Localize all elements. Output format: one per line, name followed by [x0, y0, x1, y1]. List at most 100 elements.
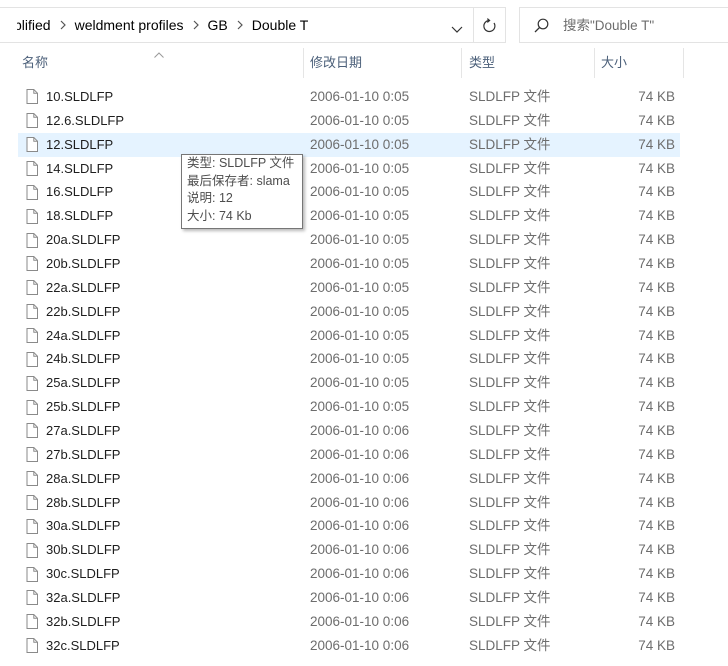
- file-name: 20a.SLDLFP: [46, 232, 121, 248]
- file-row[interactable]: 30b.SLDLFP 2006-01-10 0:06 SLDLFP 文件 74 KB: [18, 538, 680, 562]
- file-row[interactable]: 24a.SLDLFP 2006-01-10 0:05 SLDLFP 文件 74 KB: [18, 324, 680, 348]
- file-name: 30c.SLDLFP: [46, 566, 120, 582]
- file-modified: 2006-01-10 0:06: [310, 542, 410, 558]
- file-type: SLDLFP 文件: [469, 327, 551, 343]
- file-icon: [26, 204, 38, 228]
- file-row[interactable]: 32c.SLDLFP 2006-01-10 0:06 SLDLFP 文件 74 KB: [18, 634, 680, 658]
- file-name: 14.SLDLFP: [46, 160, 114, 176]
- file-row[interactable]: 20a.SLDLFP 2006-01-10 0:05 SLDLFP 文件 74 KB: [18, 228, 680, 252]
- file-size: 74 KB: [638, 542, 675, 558]
- file-row[interactable]: 25a.SLDLFP 2006-01-10 0:05 SLDLFP 文件 74 KB: [18, 371, 680, 395]
- search-icon: [534, 18, 549, 33]
- column-header-name[interactable]: 名称: [15, 48, 303, 78]
- column-header-type[interactable]: 类型: [462, 48, 594, 78]
- file-row[interactable]: 22b.SLDLFP 2006-01-10 0:05 SLDLFP 文件 74 KB: [18, 300, 680, 324]
- file-name: 12.SLDLFP: [46, 136, 114, 152]
- file-modified: 2006-01-10 0:05: [310, 327, 410, 343]
- file-icon: [26, 610, 38, 634]
- file-icon: [26, 252, 38, 276]
- file-type: SLDLFP 文件: [469, 136, 551, 152]
- file-row[interactable]: 12.SLDLFP 2006-01-10 0:05 SLDLFP 文件 74 KB: [18, 132, 680, 157]
- column-resize-handle[interactable]: [594, 48, 595, 78]
- file-size: 74 KB: [638, 470, 675, 486]
- file-type: SLDLFP 文件: [469, 303, 551, 319]
- file-name: 18.SLDLFP: [46, 208, 114, 224]
- file-row[interactable]: 27a.SLDLFP 2006-01-10 0:06 SLDLFP 文件 74 KB: [18, 419, 680, 443]
- chevron-right-icon[interactable]: [237, 8, 243, 42]
- file-row[interactable]: 28b.SLDLFP 2006-01-10 0:06 SLDLFP 文件 74 KB: [18, 491, 680, 515]
- file-row[interactable]: 25b.SLDLFP 2006-01-10 0:05 SLDLFP 文件 74 KB: [18, 395, 680, 419]
- file-size: 74 KB: [638, 160, 675, 176]
- column-resize-handle[interactable]: [683, 48, 684, 78]
- refresh-icon[interactable]: [482, 18, 497, 33]
- file-type: SLDLFP 文件: [469, 399, 551, 415]
- breadcrumb-item-current[interactable]: Double T: [252, 8, 309, 42]
- file-icon: [26, 586, 38, 610]
- file-size: 74 KB: [638, 637, 675, 653]
- file-type: SLDLFP 文件: [469, 470, 551, 486]
- breadcrumb-item[interactable]: weldment profiles: [75, 8, 184, 42]
- chevron-right-icon[interactable]: [60, 8, 66, 42]
- file-icon: [26, 491, 38, 515]
- file-row[interactable]: 24b.SLDLFP 2006-01-10 0:05 SLDLFP 文件 74 KB: [18, 347, 680, 371]
- file-row[interactable]: 28a.SLDLFP 2006-01-10 0:06 SLDLFP 文件 74 KB: [18, 467, 680, 491]
- column-header-size[interactable]: 大小: [595, 48, 683, 78]
- file-modified: 2006-01-10 0:05: [310, 279, 410, 295]
- breadcrumb-item[interactable]: GB: [208, 8, 228, 42]
- file-name: 10.SLDLFP: [46, 89, 114, 104]
- file-row[interactable]: 32b.SLDLFP 2006-01-10 0:06 SLDLFP 文件 74 KB: [18, 610, 680, 634]
- file-icon: [26, 347, 38, 371]
- tooltip-type: 类型: SLDLFP 文件: [187, 156, 295, 170]
- file-icon: [26, 419, 38, 443]
- file-row[interactable]: 12.6.SLDLFP 2006-01-10 0:05 SLDLFP 文件 74 KB: [18, 109, 680, 133]
- file-row[interactable]: 27b.SLDLFP 2006-01-10 0:06 SLDLFP 文件 74 KB: [18, 443, 680, 467]
- file-type: SLDLFP 文件: [469, 112, 551, 128]
- chevron-down-icon[interactable]: [451, 21, 463, 33]
- file-icon: [26, 634, 38, 658]
- file-size: 74 KB: [638, 590, 675, 606]
- file-icon: [26, 395, 38, 419]
- file-modified: 2006-01-10 0:05: [310, 112, 410, 128]
- file-row[interactable]: 32a.SLDLFP 2006-01-10 0:06 SLDLFP 文件 74 KB: [18, 586, 680, 610]
- file-size: 74 KB: [638, 494, 675, 510]
- file-row[interactable]: 14.SLDLFP 2006-01-10 0:05 SLDLFP 文件 74 KB: [18, 157, 680, 181]
- file-size: 74 KB: [638, 327, 675, 343]
- chevron-right-icon[interactable]: [193, 8, 199, 42]
- column-resize-handle[interactable]: [303, 48, 304, 78]
- file-row[interactable]: 20b.SLDLFP 2006-01-10 0:05 SLDLFP 文件 74 KB: [18, 252, 680, 276]
- file-type: SLDLFP 文件: [469, 232, 551, 248]
- file-size: 74 KB: [638, 566, 675, 582]
- file-name: 32c.SLDLFP: [46, 637, 120, 653]
- file-icon: [26, 324, 38, 348]
- file-type: SLDLFP 文件: [469, 566, 551, 582]
- file-icon: [26, 276, 38, 300]
- file-name: 22a.SLDLFP: [46, 279, 121, 295]
- file-row[interactable]: 22a.SLDLFP 2006-01-10 0:05 SLDLFP 文件 74 KB: [18, 276, 680, 300]
- file-size: 74 KB: [638, 399, 675, 415]
- file-list: 10.SLDLFP 2006-01-10 0:05 SLDLFP 文件 74 KB 12…: [18, 85, 680, 658]
- file-size: 74 KB: [638, 423, 675, 439]
- file-type: SLDLFP 文件: [469, 89, 551, 104]
- file-size: 74 KB: [638, 303, 675, 319]
- file-row[interactable]: 30c.SLDLFP 2006-01-10 0:06 SLDLFP 文件 74 KB: [18, 562, 680, 586]
- search-input[interactable]: [558, 8, 728, 42]
- file-name: 24a.SLDLFP: [46, 327, 121, 343]
- column-header-modified[interactable]: 修改日期: [304, 48, 461, 78]
- file-row[interactable]: 10.SLDLFP 2006-01-10 0:05 SLDLFP 文件 74 KB: [18, 85, 680, 109]
- file-modified: 2006-01-10 0:05: [310, 303, 410, 319]
- file-icon: [26, 562, 38, 586]
- file-name: 27b.SLDLFP: [46, 446, 121, 462]
- file-icon: [26, 538, 38, 562]
- file-modified: 2006-01-10 0:05: [310, 184, 410, 200]
- column-resize-handle[interactable]: [461, 48, 462, 78]
- file-modified: 2006-01-10 0:05: [310, 160, 410, 176]
- file-type: SLDLFP 文件: [469, 518, 551, 534]
- file-icon: [26, 467, 38, 491]
- file-row[interactable]: 16.SLDLFP 2006-01-10 0:05 SLDLFP 文件 74 KB: [18, 180, 680, 204]
- file-row[interactable]: 18.SLDLFP 2006-01-10 0:05 SLDLFP 文件 74 KB: [18, 204, 680, 228]
- file-size: 74 KB: [638, 375, 675, 391]
- file-type: SLDLFP 文件: [469, 542, 551, 558]
- file-size: 74 KB: [638, 184, 675, 200]
- file-row[interactable]: 30a.SLDLFP 2006-01-10 0:06 SLDLFP 文件 74 KB: [18, 514, 680, 538]
- breadcrumb-item[interactable]: plified: [17, 8, 51, 42]
